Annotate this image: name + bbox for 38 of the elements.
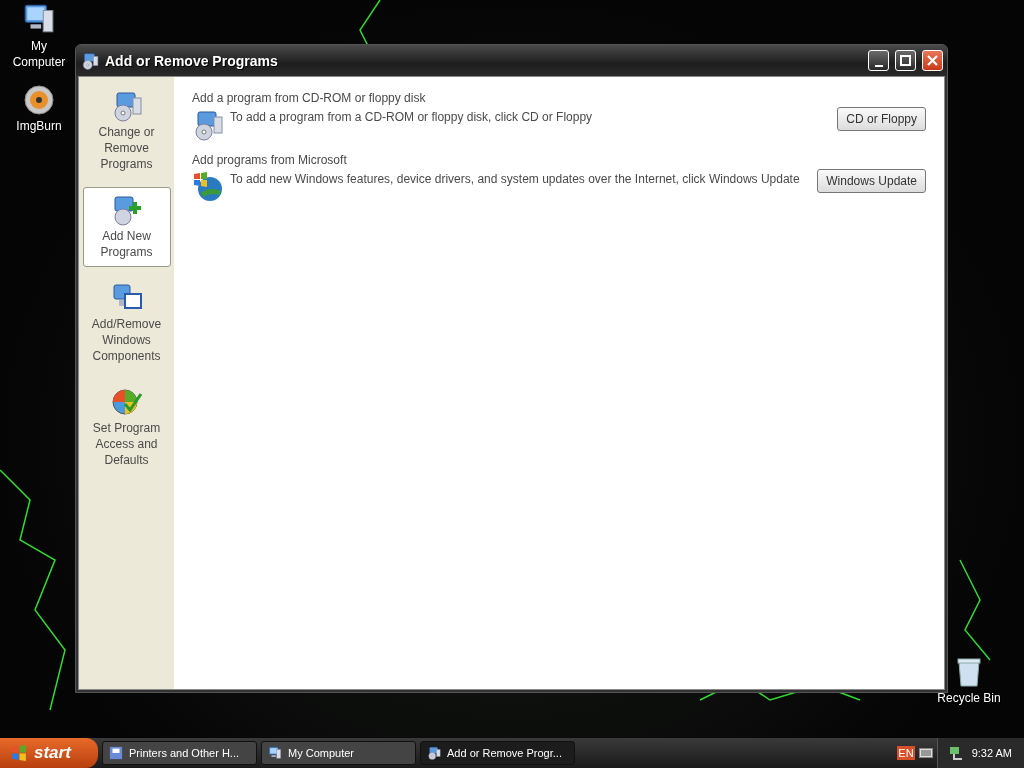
sidebar-item[interactable]: Change or Remove Programs [82,83,171,179]
maximize-button[interactable] [895,50,916,71]
section-heading: Add a program from CD-ROM or floppy disk [192,91,427,105]
window-title: Add or Remove Programs [105,52,279,69]
globe-with-flag-icon [192,171,224,203]
computer-with-disc-icon [81,51,99,70]
sidebar-item[interactable]: Set Program Access and Defaults [82,379,171,475]
close-icon [927,55,938,66]
computer-icon [268,746,282,760]
taskbar-button[interactable]: Add or Remove Progr... [420,741,575,765]
printer-icon [109,746,123,760]
close-button[interactable] [922,50,943,71]
keyboard-icon[interactable] [918,748,933,758]
action-button[interactable]: CD or Floppy [837,107,926,131]
desktop-icon-label[interactable]: Recycle Bin [937,690,1001,706]
windows-flag-icon [10,744,28,762]
clock[interactable]: 9:32 AM [971,747,1012,759]
section-heading: Add programs from Microsoft [192,153,348,167]
disc-icon [23,84,55,116]
desktop-icon-label[interactable]: My Computer [7,38,71,70]
minimize-button[interactable] [868,50,889,71]
recycle-bin-icon [956,656,982,688]
sidebar-item[interactable]: Add/Remove Windows Components [82,275,171,371]
action-button[interactable]: Windows Update [817,169,926,193]
globe-with-checkmark-icon [110,386,143,418]
taskbar-button[interactable]: My Computer [261,741,416,765]
desktop-icon-label[interactable]: ImgBurn [16,118,62,134]
sidebar-item[interactable]: Add New Programs [82,187,171,267]
section-description: To add new Windows features, device drivers, and system updates over the Internet, click Windows Update [230,171,801,187]
section-description: To add a program from a CD-ROM or floppy disk, click CD or Floppy [230,109,594,125]
minimize-icon [874,64,883,67]
maximize-icon [900,55,911,66]
computer-with-disc-icon [427,746,441,760]
network-icon[interactable] [947,745,964,761]
taskbar-button[interactable]: Printers and Other H... [102,741,257,765]
start-button[interactable]: start [0,738,98,768]
language-indicator[interactable]: EN [897,746,915,760]
computer-with-disc-icon [192,109,224,141]
